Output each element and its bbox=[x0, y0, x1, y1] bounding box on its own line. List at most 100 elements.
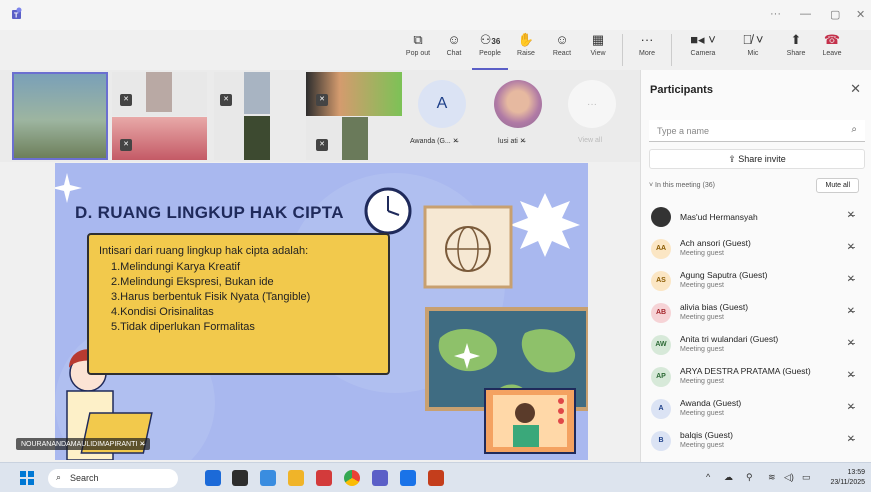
app-icon[interactable] bbox=[400, 470, 416, 486]
volume-icon[interactable]: ◁) bbox=[784, 472, 794, 483]
chat-button[interactable]: ☺ Chat bbox=[436, 30, 472, 70]
mic-off-icon: 🎙̸ ˅ bbox=[742, 32, 764, 47]
participant-avatar bbox=[651, 207, 671, 227]
teams-icon[interactable] bbox=[372, 470, 388, 486]
close-window-button[interactable]: ✕ bbox=[856, 8, 865, 21]
clock-time: 13:59 bbox=[847, 469, 865, 476]
camera-button[interactable]: ■◂ ˅ Camera bbox=[678, 30, 728, 70]
popout-icon: ⧉ bbox=[413, 32, 423, 47]
video-tile[interactable]: ✕ bbox=[112, 72, 207, 116]
slide-intro: Intisari dari ruang lingkup hak cipta ad… bbox=[99, 245, 309, 257]
react-button[interactable]: ☺ React bbox=[544, 30, 580, 70]
participant-name: Awanda (Guest) bbox=[680, 398, 742, 408]
participant-name: balqis (Guest) bbox=[680, 430, 733, 440]
mic-off-icon: ✕ bbox=[316, 94, 328, 106]
people-count: 36 bbox=[491, 37, 501, 46]
video-tile[interactable]: ✕ bbox=[306, 117, 368, 160]
people-button[interactable]: ⚇36 People bbox=[472, 30, 508, 70]
view-all-button[interactable]: ··· bbox=[568, 80, 616, 128]
powerpoint-icon[interactable] bbox=[428, 470, 444, 486]
hand-icon: ✋ bbox=[517, 32, 535, 47]
participant-row[interactable]: AW Anita tri wulandari (Guest) Meeting gue… bbox=[649, 330, 865, 362]
participant-role: Meeting guest bbox=[680, 442, 724, 449]
participant-row[interactable]: Bbalqis (Guest) Meeting guest ✕̶ bbox=[649, 426, 865, 458]
participant-row[interactable]: AS Agung Saputra (Guest) Meeting guest ✕̶ bbox=[649, 266, 865, 298]
minimize-button[interactable]: — bbox=[800, 8, 811, 20]
wifi-icon[interactable]: ≋ bbox=[768, 472, 776, 483]
tray-icon[interactable]: ☁ bbox=[724, 472, 733, 483]
popout-label: Pop out bbox=[405, 50, 431, 57]
more-options-icon[interactable]: ··· bbox=[770, 8, 781, 20]
participant-row[interactable]: AP ARYA DESTRA PRATAMA (Guest) Meeting gue… bbox=[649, 362, 865, 394]
participant-row[interactable]: AA Ach ansori (Guest) Meeting guest ✕̶ bbox=[649, 234, 865, 266]
raise-hand-button[interactable]: ✋ Raise bbox=[508, 30, 544, 70]
participant-avatar: AW bbox=[651, 335, 671, 355]
close-icon[interactable]: ✕ bbox=[850, 81, 861, 97]
view-button[interactable]: ▦ View bbox=[580, 30, 616, 70]
more-button[interactable]: ··· More bbox=[629, 30, 665, 70]
participant-row[interactable]: Mas'ud Hermansyah ✕̶ bbox=[649, 202, 865, 234]
chat-icon: ☺ bbox=[447, 32, 461, 47]
people-label: People bbox=[479, 50, 501, 57]
participant-avatar: AP bbox=[651, 367, 671, 387]
chrome-icon[interactable] bbox=[344, 470, 360, 486]
mic-off-icon: ✕̶ bbox=[846, 242, 855, 253]
leave-button[interactable]: ☎ Leave bbox=[814, 30, 850, 70]
app-icon[interactable] bbox=[232, 470, 248, 486]
participant-row[interactable]: A Awanda (Guest) Meeting guest ✕̶ bbox=[649, 394, 865, 426]
chevron-up-icon[interactable]: ^ bbox=[706, 472, 710, 482]
panel-title: Participants bbox=[650, 84, 713, 96]
slide-list-item: 1.Melindungi Karya Kreatif bbox=[111, 261, 241, 273]
camera-icon: ■◂ ˅ bbox=[690, 32, 716, 47]
participant-avatar: AA bbox=[651, 239, 671, 259]
video-tile[interactable]: ✕ bbox=[112, 117, 207, 160]
mic-off-icon: ✕̶ bbox=[846, 434, 855, 445]
restore-button[interactable]: ▢ bbox=[830, 8, 840, 21]
clock-date: 23/11/2025 bbox=[830, 479, 865, 486]
chat-label: Chat bbox=[446, 50, 462, 57]
mic-button[interactable]: 🎙̸ ˅ Mic bbox=[728, 30, 778, 70]
grid-icon: ▦ bbox=[591, 32, 605, 47]
participant-avatar[interactable]: A bbox=[418, 80, 466, 128]
app-icon[interactable] bbox=[260, 470, 276, 486]
video-tile[interactable]: ✕ bbox=[214, 72, 270, 160]
share-button[interactable]: ⬆ Share bbox=[778, 30, 814, 70]
folder-icon[interactable] bbox=[288, 470, 304, 486]
slide-title: D. RUANG LINGKUP HAK CIPTA bbox=[75, 203, 344, 222]
app-icon[interactable] bbox=[316, 470, 332, 486]
windows-start-icon[interactable] bbox=[20, 471, 34, 485]
participant-name: lusi ati ✕̶ bbox=[498, 138, 526, 145]
slide-list: 1.Melindungi Karya Kreatif 2.Melindungi … bbox=[111, 261, 378, 333]
mic-off-icon: ✕ bbox=[220, 94, 232, 106]
tray-icon[interactable]: ⚲ bbox=[746, 472, 753, 483]
participant-avatar[interactable] bbox=[494, 80, 542, 128]
popout-button[interactable]: ⧉ Pop out bbox=[400, 30, 436, 70]
taskbar-search[interactable]: ⌕ Search bbox=[48, 469, 178, 488]
slide-list-item: 5.Tidak diperlukan Formalitas bbox=[111, 321, 255, 333]
mic-off-icon: ✕̶ bbox=[846, 370, 855, 381]
participant-role: Meeting guest bbox=[680, 378, 724, 385]
mic-off-icon: ✕ bbox=[120, 139, 132, 151]
mic-label: Mic bbox=[747, 50, 759, 57]
participant-avatar: B bbox=[651, 431, 671, 451]
share-invite-button[interactable]: ⇪ Share invite bbox=[649, 149, 865, 169]
app-icon[interactable] bbox=[205, 470, 221, 486]
share-label: Share bbox=[786, 50, 806, 57]
in-meeting-section-toggle[interactable]: ˅ In this meeting (36) bbox=[649, 182, 715, 189]
view-label: View bbox=[590, 50, 606, 57]
video-tile[interactable]: ✕ bbox=[306, 72, 402, 116]
mute-all-button[interactable]: Mute all bbox=[816, 178, 859, 193]
taskbar: ⌕ Search ^ ☁ ⚲ ≋ ◁) ▭ 13:59 23/11/2025 bbox=[0, 462, 871, 492]
participant-row[interactable]: AB alivia bias (Guest) Meeting guest ✕̶ bbox=[649, 298, 865, 330]
video-tile[interactable] bbox=[12, 72, 108, 160]
ellipsis-icon: ··· bbox=[640, 32, 654, 47]
participant-search-input[interactable]: Type a name ⌕ bbox=[649, 120, 865, 142]
battery-icon[interactable]: ▭ bbox=[802, 472, 811, 483]
clock[interactable]: 13:59 23/11/2025 bbox=[830, 468, 865, 488]
participant-name: Awanda (G... ✕̶ bbox=[410, 138, 459, 145]
mic-off-icon: ✕̶ bbox=[846, 274, 855, 285]
title-bar: T ··· — ▢ ✕ bbox=[0, 0, 871, 30]
mic-off-icon: ✕̶ bbox=[846, 402, 855, 413]
video-gallery: ✕ ✕ ✕ ✕ ✕ A Awanda (G... ✕̶ lusi ati ✕̶ … bbox=[0, 70, 640, 162]
slide-content-box: Intisari dari ruang lingkup hak cipta ad… bbox=[87, 233, 390, 375]
